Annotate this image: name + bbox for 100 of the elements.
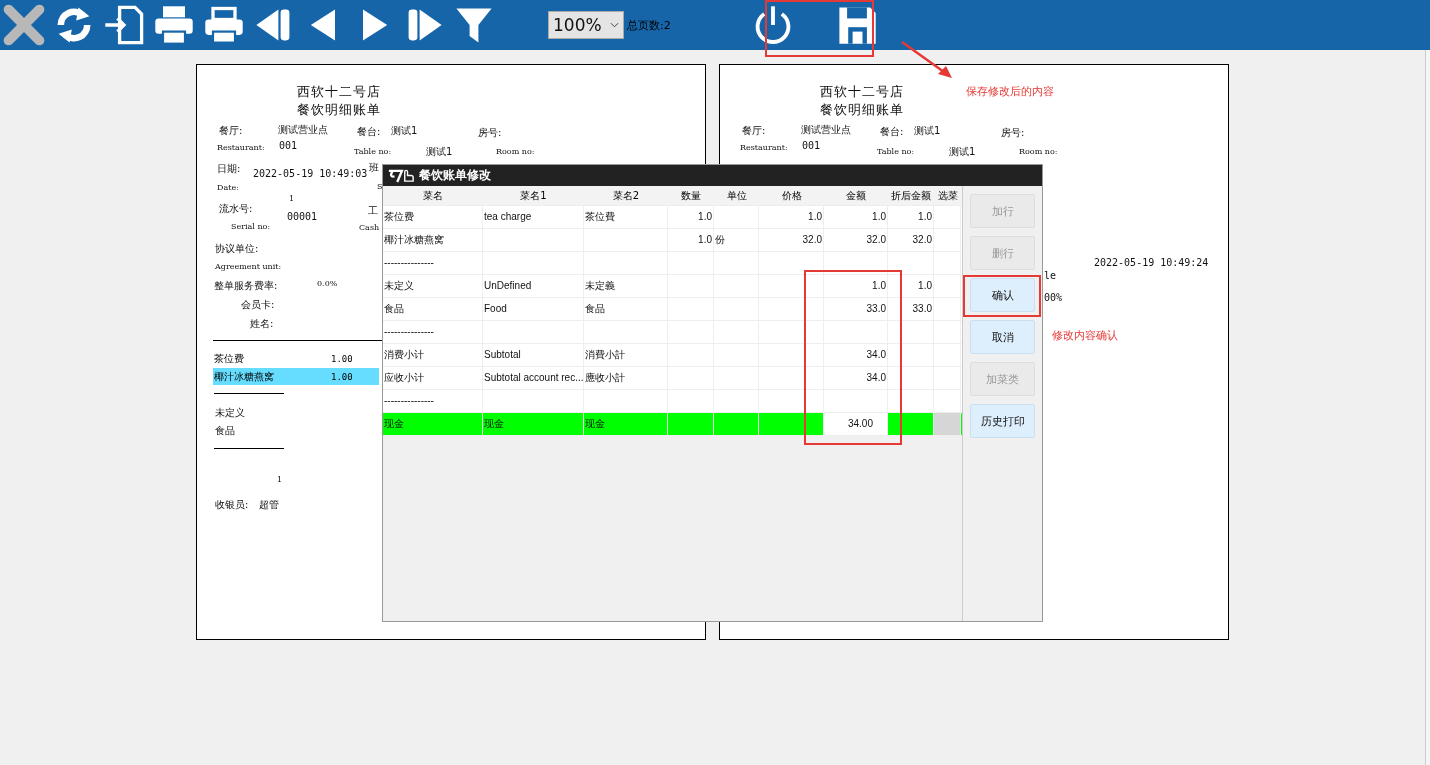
table-cell: 份 — [714, 229, 759, 251]
receipt-text: 流水号: — [219, 202, 253, 216]
receipt-text: 餐台: — [357, 125, 381, 139]
item-row[interactable]: 茶位费 1.00 — [213, 350, 379, 367]
column-header[interactable]: 选菜 — [934, 186, 961, 205]
caret-icon[interactable] — [610, 22, 619, 28]
receipt-title: 餐饮明细账单 — [820, 101, 904, 119]
receipt-text: 日期: — [217, 162, 241, 176]
table-cell: 32.0 — [759, 229, 824, 251]
receipt-text: 协议单位: — [215, 242, 259, 256]
column-header[interactable]: 菜名2 — [584, 186, 668, 205]
table-cell: 1.0 — [824, 275, 888, 297]
column-header[interactable]: 单位 — [714, 186, 759, 205]
receipt-text: Restaurant: — [217, 143, 265, 152]
zoom-select[interactable]: 100% — [548, 11, 624, 39]
page-count: 总页数:2 — [627, 17, 671, 33]
receipt-text: 1 — [277, 475, 283, 484]
receipt-text: 餐台: — [880, 125, 904, 139]
table-cell: 应收小计 — [383, 367, 483, 389]
table-cell: UnDefined — [483, 275, 584, 297]
receipt-text: 班 — [369, 161, 379, 175]
dialog-button[interactable]: 历史打印 — [970, 404, 1035, 438]
table-cell: Food — [483, 298, 584, 320]
receipt-text: 测试1 — [914, 124, 941, 138]
table-cell: --------------- — [383, 321, 483, 343]
receipt-text: Agreement unit: — [215, 262, 282, 271]
receipt-text: 测试营业点 — [801, 123, 851, 137]
receipt-text: 1 — [289, 194, 295, 203]
receipt-text: 0.0% — [317, 279, 338, 288]
table-cell: 未定義 — [584, 275, 668, 297]
receipt-text: Table no: — [877, 147, 915, 156]
hand-logo-icon — [387, 168, 415, 183]
table-cell: 1.0 — [824, 206, 888, 228]
table-cell: Subtotal — [483, 344, 584, 366]
receipt-text: Room no: — [496, 147, 535, 156]
receipt-text: 姓名: — [250, 317, 274, 331]
receipt-text: Table no: — [354, 147, 392, 156]
receipt-text: le — [1044, 270, 1057, 281]
receipt-text: 测试1 — [391, 124, 418, 138]
dialog-button[interactable]: 取消 — [970, 320, 1035, 354]
table-cell: 1.0 — [668, 229, 714, 251]
dialog-button[interactable]: 确认 — [970, 278, 1035, 312]
receipt-text: 房号: — [1001, 126, 1025, 140]
receipt-text: Restaurant: — [740, 143, 788, 152]
receipt-text: 餐厅: — [219, 124, 243, 138]
category-text: 未定义 — [215, 406, 245, 420]
column-header[interactable]: 折后金额 — [888, 186, 934, 205]
table-cell: 1.0 — [759, 206, 824, 228]
table-cell: 33.0 — [824, 298, 888, 320]
table-cell: 1.0 — [888, 275, 934, 297]
receipt-text: 超管 — [259, 498, 279, 512]
amount-input-field[interactable]: 34.00 — [824, 413, 888, 435]
close-icon[interactable] — [2, 3, 46, 47]
column-header[interactable]: 价格 — [759, 186, 824, 205]
table-cell: 34.0 — [824, 367, 888, 389]
receipt-text: 测试1 — [949, 145, 976, 159]
selected-item-row[interactable]: 椰汁冰糖燕窝 1.00 — [213, 368, 379, 385]
receipt-text: Date: — [217, 183, 239, 192]
table-cell: 食品 — [383, 298, 483, 320]
receipt-text: 001 — [279, 140, 298, 151]
table-cell: 33.0 — [888, 298, 934, 320]
store-name: 西软十二号店 — [820, 83, 904, 101]
receipt-text: 2022-05-19 10:49:24 — [1094, 257, 1209, 268]
table-cell: 消費小計 — [584, 344, 668, 366]
table-cell: 茶位费 — [383, 206, 483, 228]
receipt-text: 餐厅: — [742, 124, 766, 138]
table-cell: --------------- — [383, 390, 483, 412]
import-file-icon[interactable] — [102, 3, 146, 47]
table-cell: --------------- — [383, 252, 483, 274]
column-header[interactable]: 菜名1 — [483, 186, 584, 205]
annotation-text: 修改内容确认 — [1052, 328, 1118, 343]
table-cell: 消费小计 — [383, 344, 483, 366]
receipt-text: Cash — [359, 223, 380, 232]
annotation-text: 保存修改后的内容 — [966, 84, 1054, 99]
receipt-text: 整单服务费率: — [214, 279, 278, 293]
column-header[interactable]: 数量 — [668, 186, 714, 205]
receipt-title: 餐饮明细账单 — [297, 101, 381, 119]
table-cell: 现金 — [483, 413, 584, 435]
table-cell: 椰汁冰糖燕窝 — [383, 229, 483, 251]
table-cell: 现金 — [383, 413, 483, 435]
table-cell: 食品 — [584, 298, 668, 320]
receipt-text: 收银员: — [215, 498, 249, 512]
table-cell: 茶位費 — [584, 206, 668, 228]
column-header[interactable]: 菜名 — [383, 186, 483, 205]
receipt-text: 测试1 — [426, 145, 453, 159]
table-cell: 34.0 — [824, 344, 888, 366]
receipt-text: 2022-05-19 10:49:03 — [253, 168, 368, 179]
table-cell: 32.0 — [888, 229, 934, 251]
receipt-text: 测试营业点 — [278, 123, 328, 137]
table-cell: 现金 — [584, 413, 668, 435]
category-text: 食品 — [215, 424, 235, 438]
table-cell: 32.0 — [824, 229, 888, 251]
receipt-text: 会员卡: — [241, 298, 275, 312]
table-cell: tea charge — [483, 206, 584, 228]
receipt-text: 工 — [368, 204, 378, 218]
store-name: 西软十二号店 — [297, 83, 381, 101]
receipt-text: Serial no: — [231, 222, 271, 231]
dialog-title: 餐饮账单修改 — [419, 167, 491, 184]
table-cell: Subtotal account rec... — [483, 367, 584, 389]
column-header[interactable]: 金额 — [824, 186, 888, 205]
